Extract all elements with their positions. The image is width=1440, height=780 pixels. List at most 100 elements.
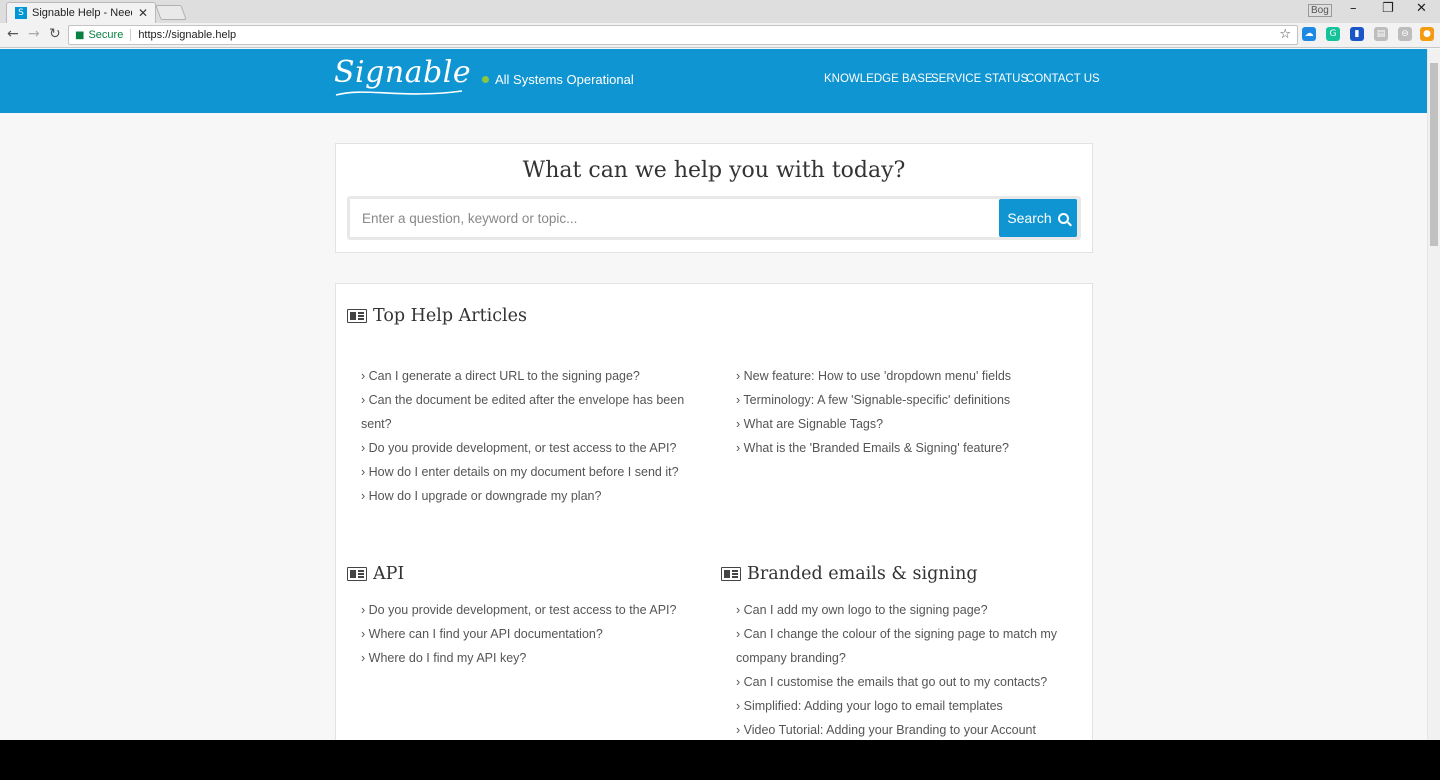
article-link[interactable]: › Can the document be edited after the e… [361,388,701,436]
api-title: API [373,564,405,584]
search-input[interactable] [350,199,1000,237]
magnifier-icon [1057,212,1069,224]
restore-icon[interactable]: ❐ [1382,1,1394,16]
article-link[interactable]: › Can I customise the emails that go out… [736,670,1076,694]
article-link[interactable]: › Can I add my own logo to the signing p… [736,598,1076,622]
browser-toolbar: ← → ↻ ■ Secure https://signable.help ☆ ☁… [0,23,1440,48]
article-link[interactable]: › What are Signable Tags? [736,412,1076,436]
chevron-right-icon: › [736,627,744,641]
branded-articles-list: › Can I add my own logo to the signing p… [736,598,1076,740]
article-link[interactable]: › Can I generate a direct URL to the sig… [361,364,701,388]
browser-tab[interactable]: S Signable Help - Need so ✕ [6,2,156,23]
branded-title: Branded emails & signing [747,564,978,584]
page-scrollbar[interactable] [1427,49,1440,740]
window-close-icon[interactable]: ✕ [1416,1,1427,16]
forward-arrow-icon[interactable]: → [28,26,40,42]
article-title[interactable]: Can the document be edited after the env… [361,393,684,431]
chevron-right-icon: › [361,393,369,407]
article-title[interactable]: How do I enter details on my document be… [369,465,679,479]
tab-strip: S Signable Help - Need so ✕ Bog – ❐ ✕ [0,0,1440,23]
signable-favicon-icon: S [15,7,27,19]
notes-extension-icon[interactable]: ▤ [1374,27,1388,41]
nav-knowledge-base[interactable]: KNOWLEDGE BASE [824,73,933,85]
reload-icon[interactable]: ↻ [49,26,61,42]
address-bar[interactable]: ■ Secure https://signable.help ☆ [68,25,1298,45]
chevron-right-icon: › [361,465,369,479]
article-title[interactable]: Video Tutorial: Adding your Branding to … [744,723,1036,737]
signable-logo[interactable]: Signable [334,55,471,90]
search-heading: What can we help you with today? [522,158,906,183]
api-articles-list: › Do you provide development, or test ac… [361,598,701,670]
browser-window: S Signable Help - Need so ✕ Bog – ❐ ✕ ← … [0,0,1440,740]
page-viewport[interactable]: Signable All Systems Operational KNOWLED… [0,49,1427,740]
articles-card: Top Help Articles › Can I generate a dir… [335,283,1093,740]
new-tab-button[interactable] [155,5,187,20]
chevron-right-icon: › [736,699,744,713]
article-link[interactable]: › New feature: How to use 'dropdown menu… [736,364,1076,388]
chevron-right-icon: › [361,627,369,641]
site-header: Signable All Systems Operational KNOWLED… [0,49,1427,113]
omnibox-divider [130,29,132,41]
top-articles-left-list: › Can I generate a direct URL to the sig… [361,364,701,508]
chevron-right-icon: › [736,441,744,455]
grammarly-icon[interactable]: G [1326,27,1340,41]
article-title[interactable]: Can I customise the emails that go out t… [744,675,1048,689]
chevron-right-icon: › [361,603,369,617]
search-card: What can we help you with today? Search [335,143,1093,253]
search-button-label: Search [1007,210,1052,226]
newspaper-icon [721,567,741,581]
article-title[interactable]: Can I change the colour of the signing p… [736,627,1057,665]
article-title[interactable]: New feature: How to use 'dropdown menu' … [744,369,1011,383]
bookmark-star-icon[interactable]: ☆ [1279,27,1291,42]
article-title[interactable]: Where can I find your API documentation? [369,627,603,641]
article-title[interactable]: Simplified: Adding your logo to email te… [744,699,1003,713]
chevron-right-icon: › [361,489,369,503]
newspaper-icon [347,567,367,581]
chevron-right-icon: › [736,603,744,617]
secure-label: Secure [88,29,124,41]
print-extension-icon[interactable]: ⊖ [1398,27,1412,41]
article-link[interactable]: › Terminology: A few 'Signable-specific'… [736,388,1076,412]
article-link[interactable]: › Do you provide development, or test ac… [361,436,701,460]
lock-icon: ■ [75,29,85,41]
article-title[interactable]: Do you provide development, or test acce… [369,603,677,617]
nav-contact-us[interactable]: CONTACT US [1026,73,1100,85]
top-articles-heading: Top Help Articles [347,306,527,326]
nav-service-status[interactable]: SERVICE STATUS [931,73,1028,85]
bookmark-extension-icon[interactable]: ▮ [1350,27,1364,41]
chevron-right-icon: › [736,723,744,737]
branded-heading: Branded emails & signing [721,564,978,584]
url-text[interactable]: https://signable.help [138,29,236,41]
article-link[interactable]: › How do I enter details on my document … [361,460,701,484]
profile-button[interactable]: Bog [1308,4,1332,17]
article-link[interactable]: › What is the 'Branded Emails & Signing'… [736,436,1076,460]
article-link[interactable]: › Video Tutorial: Adding your Branding t… [736,718,1076,740]
article-title[interactable]: What is the 'Branded Emails & Signing' f… [744,441,1009,455]
article-title[interactable]: Can I generate a direct URL to the signi… [369,369,640,383]
status-indicator-icon [482,76,489,83]
article-link[interactable]: › Do you provide development, or test ac… [361,598,701,622]
chevron-right-icon: › [361,651,369,665]
system-status-text[interactable]: All Systems Operational [495,72,634,87]
cloud-extension-icon[interactable]: ☁ [1302,27,1316,41]
article-title[interactable]: How do I upgrade or downgrade my plan? [369,489,602,503]
article-title[interactable]: Do you provide development, or test acce… [369,441,677,455]
article-title[interactable]: What are Signable Tags? [744,417,883,431]
search-button[interactable]: Search [999,199,1077,237]
article-title[interactable]: Terminology: A few 'Signable-specific' d… [743,393,1010,407]
article-link[interactable]: › Simplified: Adding your logo to email … [736,694,1076,718]
article-link[interactable]: › Where do I find my API key? [361,646,701,670]
back-arrow-icon[interactable]: ← [7,26,19,42]
article-title[interactable]: Can I add my own logo to the signing pag… [744,603,988,617]
orange-extension-icon[interactable]: ● [1420,27,1434,41]
top-articles-right-list: › New feature: How to use 'dropdown menu… [736,364,1076,460]
article-link[interactable]: › Where can I find your API documentatio… [361,622,701,646]
article-link[interactable]: › Can I change the colour of the signing… [736,622,1076,670]
logo-swash [335,90,463,96]
scrollbar-thumb[interactable] [1430,63,1438,246]
minimize-icon[interactable]: – [1350,1,1357,16]
tab-close-icon[interactable]: ✕ [138,6,148,20]
chevron-right-icon: › [736,417,744,431]
article-link[interactable]: › How do I upgrade or downgrade my plan? [361,484,701,508]
article-title[interactable]: Where do I find my API key? [369,651,527,665]
